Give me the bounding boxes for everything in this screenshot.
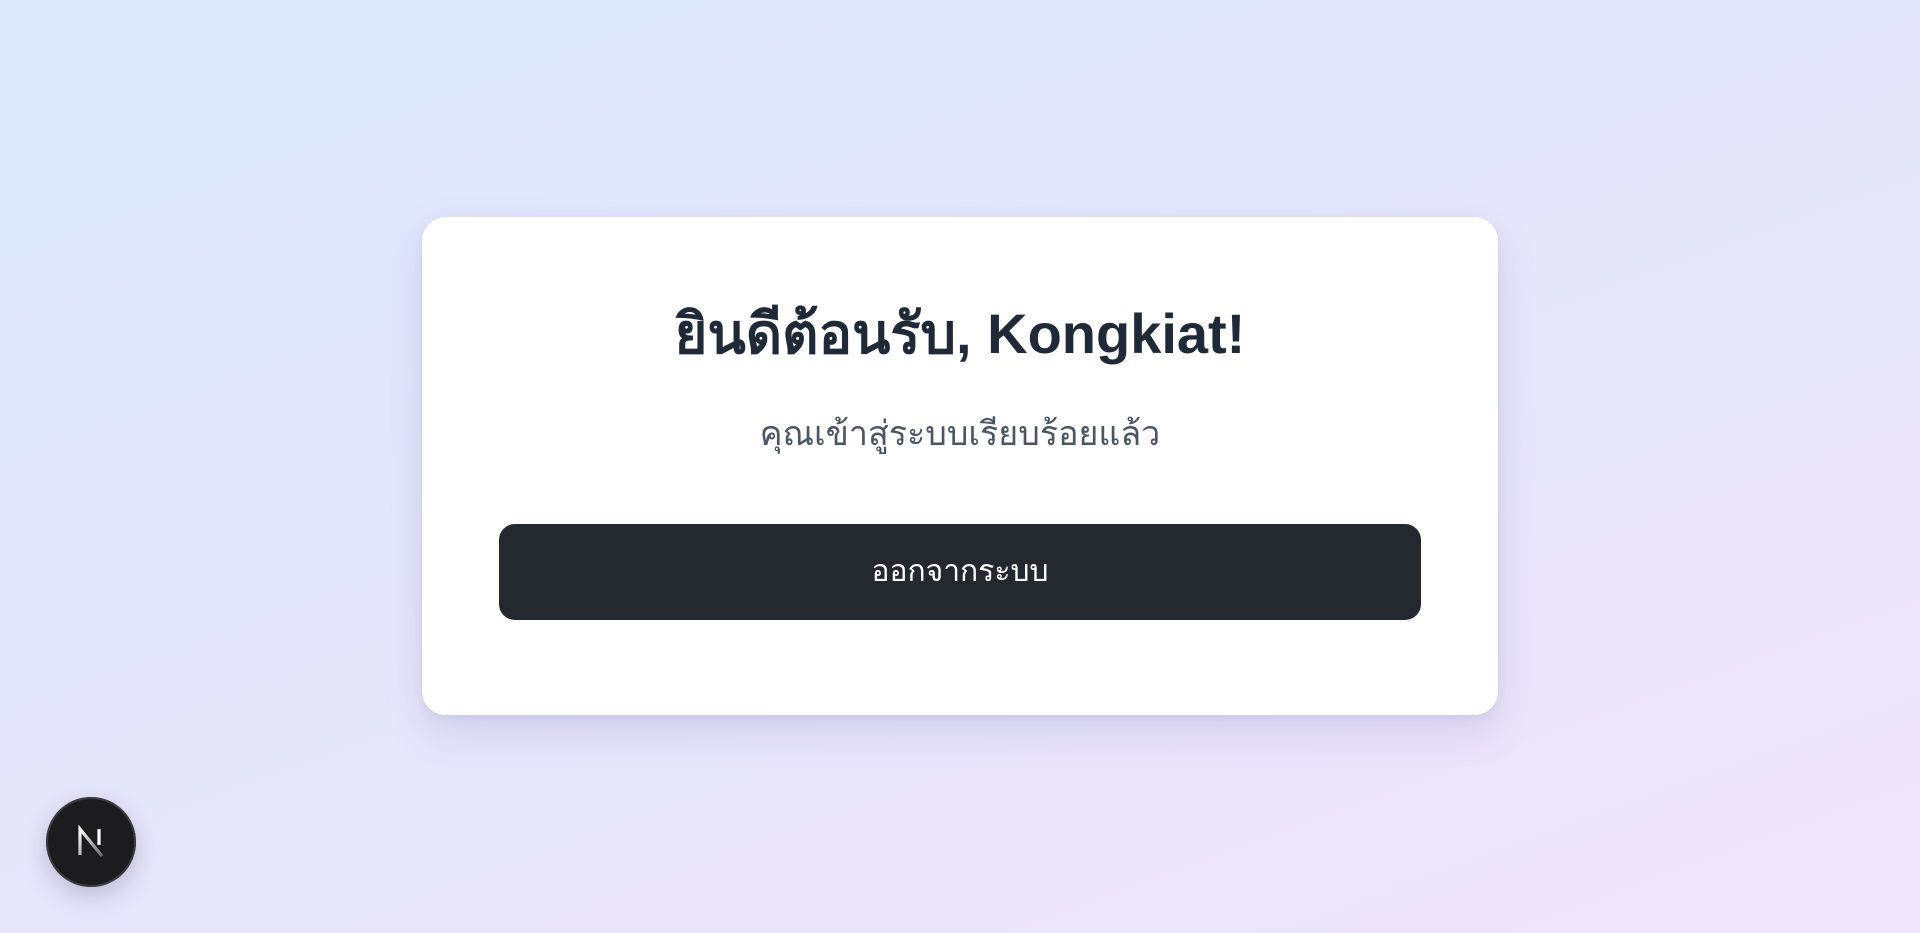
nextjs-logo-icon xyxy=(78,825,104,858)
welcome-card: ยินดีต้อนรับ, Kongkiat! คุณเข้าสู่ระบบเร… xyxy=(422,217,1498,715)
welcome-title: ยินดีต้อนรับ, Kongkiat! xyxy=(674,302,1246,365)
login-status-text: คุณเข้าสู่ระบบเรียบร้อยแล้ว xyxy=(759,414,1161,454)
logout-button[interactable]: ออกจากระบบ xyxy=(499,524,1421,620)
nextjs-dev-indicator[interactable] xyxy=(46,797,136,887)
